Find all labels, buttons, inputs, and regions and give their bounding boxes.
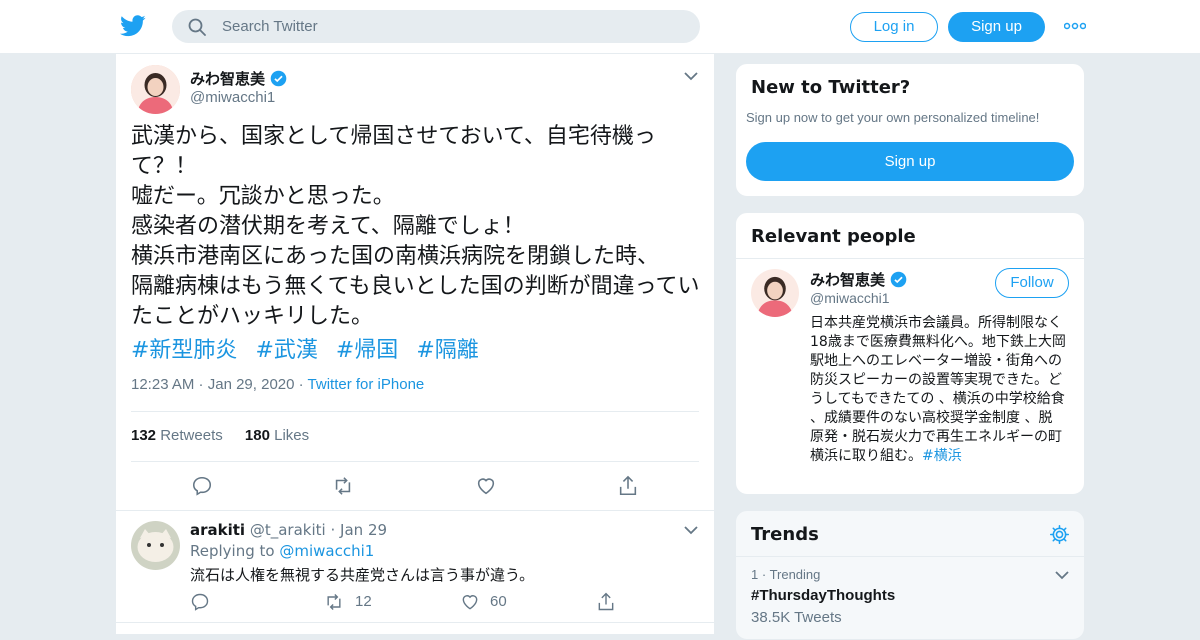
retweet-icon[interactable]: [332, 475, 354, 497]
verified-badge-icon: [890, 271, 907, 288]
share-icon[interactable]: [596, 592, 616, 612]
reply-author[interactable]: arakiti @t_arakiti · Jan 29: [190, 521, 387, 539]
top-navigation-bar: Log in Sign up: [0, 0, 1200, 54]
tweet-stats: 132 Retweets 180 Likes: [131, 427, 309, 444]
like-icon[interactable]: [460, 592, 480, 612]
person-name[interactable]: みわ智恵美: [810, 269, 907, 290]
hashtag-link[interactable]: #帰国: [336, 338, 398, 363]
search-icon: [188, 18, 206, 36]
tweet-time[interactable]: 12:23 AM: [131, 376, 194, 393]
tweet-hashtags: #新型肺炎 #武漢 #帰国 #隔離: [131, 332, 497, 364]
reply-retweet-count: 12: [355, 593, 372, 610]
trends-title: Trends: [751, 524, 819, 545]
bio-hashtag-link[interactable]: #横浜: [922, 448, 962, 464]
replying-to: Replying to @miwacchi1: [190, 542, 375, 560]
divider: [131, 411, 699, 412]
divider: [116, 510, 714, 511]
trends-card: Trends 1 · Trending #ThursdayThoughts 38…: [735, 510, 1085, 640]
login-button[interactable]: Log in: [850, 12, 938, 42]
divider: [131, 461, 699, 462]
likes-stat[interactable]: 180 Likes: [245, 427, 309, 444]
reply-avatar[interactable]: [131, 521, 180, 570]
tweet-date[interactable]: Jan 29, 2020: [208, 376, 295, 393]
sidebar-signup-button[interactable]: Sign up: [746, 142, 1074, 181]
retweet-icon[interactable]: [324, 592, 344, 612]
new-to-twitter-card: New to Twitter? Sign up now to get your …: [735, 63, 1085, 197]
person-handle[interactable]: @miwacchi1: [810, 290, 890, 306]
signup-button[interactable]: Sign up: [948, 12, 1045, 42]
new-to-twitter-title: New to Twitter?: [751, 77, 911, 98]
search-box[interactable]: [172, 10, 700, 43]
hashtag-link[interactable]: #新型肺炎: [131, 338, 237, 363]
author-avatar[interactable]: [131, 65, 180, 114]
chevron-down-icon[interactable]: [684, 71, 698, 81]
relevant-people-card: Relevant people みわ智恵美 @miwacchi1 Follow …: [735, 212, 1085, 495]
reply-icon[interactable]: [191, 475, 213, 497]
author-name[interactable]: みわ智恵美: [190, 68, 287, 89]
person-avatar[interactable]: [751, 269, 799, 317]
divider: [116, 622, 714, 623]
search-input[interactable]: [222, 10, 682, 43]
chevron-down-icon[interactable]: [684, 525, 698, 535]
trend-name[interactable]: #ThursdayThoughts: [751, 587, 895, 604]
tweet-meta: 12:23 AM · Jan 29, 2020 · Twitter for iP…: [131, 376, 425, 393]
like-icon[interactable]: [475, 475, 497, 497]
twitter-logo-icon[interactable]: [120, 14, 146, 38]
person-bio: 日本共産党横浜市会議員。所得制限なく18歳まで医療費無料化へ。地下鉄上大岡駅地上…: [810, 315, 1066, 464]
settings-gear-icon[interactable]: [1049, 524, 1070, 545]
trend-count: 38.5K Tweets: [751, 609, 842, 626]
chevron-down-icon[interactable]: [1055, 570, 1069, 580]
hashtag-link[interactable]: #武漢: [255, 338, 317, 363]
replying-to-link[interactable]: @miwacchi1: [279, 542, 374, 560]
divider: [736, 258, 1084, 259]
tweet-column: みわ智恵美 @miwacchi1 武漢から、国家として帰国させておいて、自宅待機…: [115, 54, 715, 634]
retweets-stat[interactable]: 132 Retweets: [131, 427, 223, 444]
trend-meta: 1 · Trending: [751, 567, 821, 582]
author-handle[interactable]: @miwacchi1: [190, 89, 275, 106]
hashtag-link[interactable]: #隔離: [416, 338, 478, 363]
verified-badge-icon: [270, 70, 287, 87]
divider: [736, 556, 1084, 557]
tweet-text: 武漢から、国家として帰国させておいて、自宅待機って？！ 嘘だー。冗談かと思った。…: [131, 124, 700, 329]
reply-icon[interactable]: [190, 592, 210, 612]
new-to-twitter-subtitle: Sign up now to get your own personalized…: [746, 110, 1040, 125]
reply-text: 流石は人権を無視する共産党さんは言う事が違う。: [190, 566, 535, 584]
follow-button[interactable]: Follow: [995, 268, 1069, 298]
more-icon[interactable]: [1064, 20, 1086, 32]
tweet-source[interactable]: Twitter for iPhone: [308, 376, 425, 393]
relevant-people-title: Relevant people: [751, 226, 916, 247]
reply-like-count: 60: [490, 593, 507, 610]
share-icon[interactable]: [617, 475, 639, 497]
